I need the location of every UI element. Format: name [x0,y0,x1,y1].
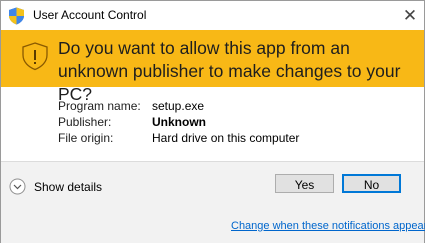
window-title: User Account Control [33,8,147,22]
change-notifications-link[interactable]: Change when these notifications appear [231,220,425,232]
dialog-footer: Show details Yes No Change when these no… [1,161,425,243]
chevron-down-icon [9,178,26,195]
file-origin-row: File origin: Hard drive on this computer [58,130,299,146]
warning-shield-icon [22,42,48,71]
uac-question: Do you want to allow this app from an un… [58,38,401,104]
program-name-label: Program name: [58,99,141,113]
file-origin-value: Hard drive on this computer [152,131,300,145]
program-name-row: Program name: setup.exe [58,98,299,114]
file-origin-label: File origin: [58,131,114,145]
no-button[interactable]: No [342,174,401,193]
yes-button[interactable]: Yes [275,174,334,193]
warning-banner: Do you want to allow this app from an un… [1,30,424,104]
title-bar: User Account Control ✕ [1,1,424,30]
publisher-row: Publisher: Unknown [58,114,299,130]
uac-shield-icon [9,7,24,25]
show-details-toggle[interactable]: Show details [9,177,102,196]
uac-dialog: User Account Control ✕ Do you want to al… [0,0,425,243]
show-details-label: Show details [34,179,103,194]
close-icon: ✕ [402,5,418,25]
publisher-label: Publisher: [58,115,112,129]
program-details: Program name: setup.exe Publisher: Unknown… [58,98,299,146]
publisher-value: Unknown [152,115,206,129]
program-name-value: setup.exe [152,99,205,113]
close-button[interactable]: ✕ [396,1,424,30]
